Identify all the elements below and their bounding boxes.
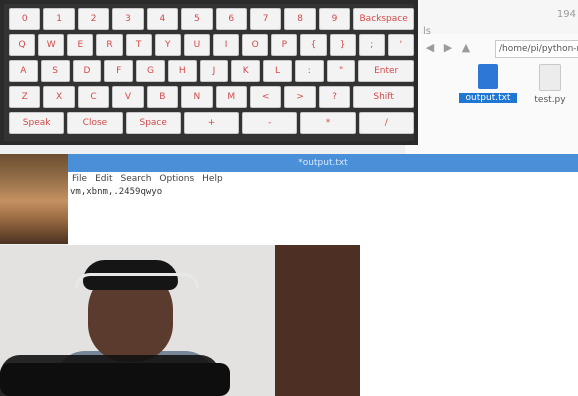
key-j[interactable]: J — [199, 60, 229, 82]
background-image — [0, 154, 68, 244]
eeg-headband-icon — [75, 273, 199, 288]
editor-title: *output.txt — [68, 154, 578, 172]
key-f[interactable]: F — [104, 60, 134, 82]
key-b[interactable]: B — [146, 86, 179, 108]
webcam-feed — [0, 245, 360, 396]
chair-base — [0, 363, 230, 396]
menu-options[interactable]: Options — [155, 172, 198, 188]
file-name: output.txt — [459, 93, 517, 103]
key-shift[interactable]: Shift — [353, 86, 415, 108]
key-c[interactable]: C — [77, 86, 110, 108]
file-manager-header: 194 ls — [405, 0, 578, 37]
key-h[interactable]: H — [167, 60, 197, 82]
key-n[interactable]: N — [181, 86, 213, 108]
key-3[interactable]: 3 — [112, 8, 144, 30]
key-4[interactable]: 4 — [146, 8, 179, 30]
keyboard-row-2: Q W E R T Y U I O P { } ; ' — [9, 34, 414, 56]
key-semicolon[interactable]: ; — [358, 34, 385, 56]
wooden-panel — [275, 245, 360, 396]
key-a[interactable]: A — [9, 60, 38, 82]
key-7[interactable]: 7 — [249, 8, 282, 30]
key-plus[interactable]: + — [183, 112, 240, 134]
key-less-than[interactable]: < — [249, 86, 282, 108]
key-1[interactable]: 1 — [43, 8, 75, 30]
key-minus[interactable]: - — [242, 112, 298, 134]
key-t[interactable]: T — [125, 34, 152, 56]
key-q[interactable]: Q — [9, 34, 36, 56]
key-2[interactable]: 2 — [77, 8, 110, 30]
key-apostrophe[interactable]: ' — [387, 34, 414, 56]
key-m[interactable]: M — [215, 86, 247, 108]
key-quote[interactable]: " — [326, 60, 356, 82]
menu-search[interactable]: Search — [117, 172, 156, 188]
keyboard-row-3: A S D F G H J K L : " Enter — [9, 60, 414, 82]
virtual-keyboard: 0 1 2 3 4 5 6 7 8 9 Backspace Q W E R T … — [0, 0, 418, 145]
key-e[interactable]: E — [67, 34, 94, 56]
text-file-icon — [478, 64, 498, 89]
key-l[interactable]: L — [263, 60, 292, 82]
key-backspace[interactable]: Backspace — [353, 8, 415, 30]
key-v[interactable]: V — [112, 86, 144, 108]
key-9[interactable]: 9 — [318, 8, 351, 30]
key-r[interactable]: R — [96, 34, 123, 56]
clock: 194 — [556, 9, 576, 20]
file-name: test.py — [534, 95, 566, 105]
key-space[interactable]: Space — [125, 112, 181, 134]
key-z[interactable]: Z — [9, 86, 41, 108]
key-colon[interactable]: : — [294, 60, 324, 82]
up-icon[interactable]: ▲ — [459, 41, 473, 55]
key-i[interactable]: I — [212, 34, 240, 56]
key-k[interactable]: K — [231, 60, 261, 82]
key-asterisk[interactable]: * — [300, 112, 356, 134]
key-enter[interactable]: Enter — [358, 60, 414, 82]
menu-help[interactable]: Help — [198, 172, 227, 188]
key-p[interactable]: P — [271, 34, 298, 56]
key-5[interactable]: 5 — [181, 8, 213, 30]
key-right-brace[interactable]: } — [329, 34, 356, 56]
menu-file[interactable]: File — [68, 172, 91, 188]
file-manager-window: 194 ls ◀ ▶ ▲ /home/pi/python-r output.tx… — [405, 0, 578, 160]
key-slash[interactable]: / — [358, 112, 414, 134]
key-s[interactable]: S — [40, 60, 70, 82]
key-question[interactable]: ? — [318, 86, 351, 108]
back-icon[interactable]: ◀ — [423, 41, 437, 55]
tab-label: ls — [423, 26, 431, 37]
key-u[interactable]: U — [183, 34, 210, 56]
key-greater-than[interactable]: > — [284, 86, 316, 108]
keyboard-row-5: Speak Close Space + - * / — [9, 112, 414, 134]
key-close[interactable]: Close — [67, 112, 123, 134]
forward-icon[interactable]: ▶ — [441, 41, 455, 55]
key-x[interactable]: X — [43, 86, 75, 108]
file-manager-nav: ◀ ▶ ▲ — [423, 41, 473, 55]
key-8[interactable]: 8 — [284, 8, 316, 30]
key-0[interactable]: 0 — [9, 8, 41, 30]
key-left-brace[interactable]: { — [300, 34, 327, 56]
key-d[interactable]: D — [72, 60, 102, 82]
menu-edit[interactable]: Edit — [91, 172, 116, 188]
file-output-txt[interactable]: output.txt — [459, 64, 517, 103]
key-w[interactable]: W — [38, 34, 65, 56]
file-test-py[interactable]: test.py — [521, 64, 578, 105]
path-field[interactable]: /home/pi/python-r — [495, 40, 578, 58]
key-6[interactable]: 6 — [215, 8, 247, 30]
key-g[interactable]: G — [136, 60, 165, 82]
keyboard-row-1: 0 1 2 3 4 5 6 7 8 9 Backspace — [9, 8, 415, 30]
keyboard-grid: 0 1 2 3 4 5 6 7 8 9 Backspace Q W E R T … — [9, 8, 415, 141]
key-speak[interactable]: Speak — [9, 112, 65, 134]
keyboard-row-4: Z X C V B N M < > ? Shift — [9, 86, 415, 108]
key-y[interactable]: Y — [154, 34, 181, 56]
key-o[interactable]: O — [242, 34, 269, 56]
python-file-icon — [539, 64, 561, 91]
editor-menu-bar: File Edit Search Options Help — [68, 172, 578, 188]
